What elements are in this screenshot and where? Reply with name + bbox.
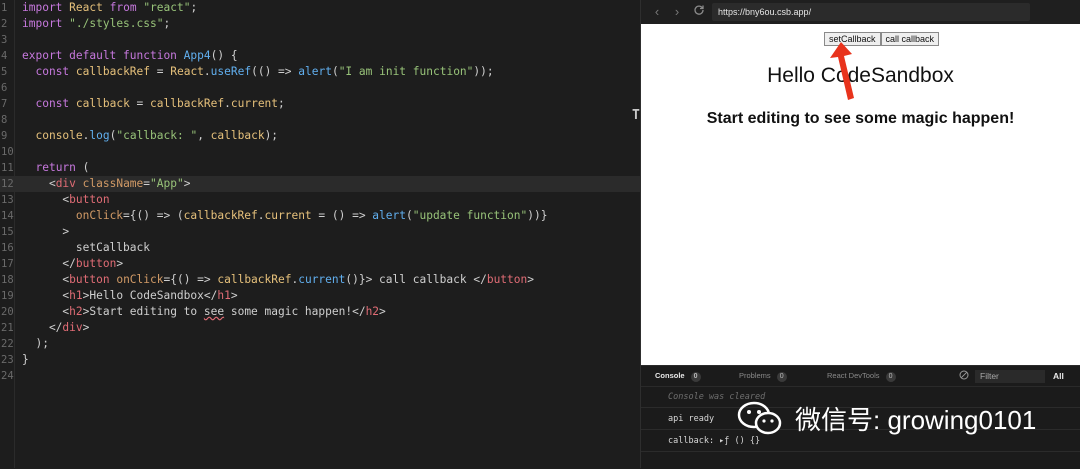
tab-console-label: Console bbox=[655, 371, 685, 380]
url-input[interactable]: https://bny6ou.csb.app/ bbox=[712, 3, 1030, 21]
console-tabs: Console 0 Problems 0 React DevTools 0 Filte… bbox=[641, 366, 1080, 387]
filter-input[interactable]: Filter bbox=[975, 370, 1045, 383]
line-number: 20 bbox=[1, 306, 14, 318]
wechat-logo-icon bbox=[737, 401, 782, 435]
code-text[interactable]: </button> bbox=[22, 256, 123, 272]
line-number: 2 bbox=[1, 18, 8, 30]
line-number: 10 bbox=[1, 146, 14, 158]
code-text[interactable]: return ( bbox=[22, 160, 89, 176]
tab-react-devtools[interactable]: React DevTools 0 bbox=[827, 371, 896, 382]
code-line[interactable]: 13 <button bbox=[0, 192, 640, 208]
code-line[interactable]: 23} bbox=[0, 352, 640, 368]
code-line[interactable]: 11 return ( bbox=[0, 160, 640, 176]
line-number: 1 bbox=[1, 2, 8, 14]
code-text[interactable]: <div className="App"> bbox=[22, 176, 191, 192]
line-number: 13 bbox=[1, 194, 14, 206]
code-line[interactable]: 7 const callback = callbackRef.current; bbox=[0, 96, 640, 112]
line-number: 9 bbox=[1, 130, 8, 142]
tab-console-count: 0 bbox=[690, 372, 701, 382]
tab-problems[interactable]: Problems 0 bbox=[739, 371, 787, 382]
code-line[interactable]: 6 bbox=[0, 80, 640, 96]
code-line[interactable]: 16 setCallback bbox=[0, 240, 640, 256]
line-number: 22 bbox=[1, 338, 14, 350]
code-line[interactable]: 24 bbox=[0, 368, 640, 384]
line-number: 18 bbox=[1, 274, 14, 286]
wechat-watermark: 微信号: growing0101 bbox=[737, 398, 1036, 438]
line-number: 15 bbox=[1, 226, 14, 238]
tab-react-devtools-label: React DevTools bbox=[827, 371, 880, 380]
refresh-icon[interactable] bbox=[691, 4, 707, 20]
code-text[interactable]: import "./styles.css"; bbox=[22, 16, 170, 32]
code-text[interactable]: console.log("callback: ", callback); bbox=[22, 128, 278, 144]
line-number: 19 bbox=[1, 290, 14, 302]
red-arrow-annotation bbox=[830, 42, 854, 100]
code-line[interactable]: 5 const callbackRef = React.useRef(() =>… bbox=[0, 64, 640, 80]
line-number: 6 bbox=[1, 82, 8, 94]
line-number: 12 bbox=[1, 178, 14, 190]
line-number: 11 bbox=[1, 162, 14, 174]
chevron-right-icon[interactable]: › bbox=[669, 4, 685, 20]
code-lines[interactable]: 1 import React from "react"; 2 import "./st… bbox=[0, 0, 640, 384]
code-text[interactable]: const callback = callbackRef.current; bbox=[22, 96, 284, 112]
code-text[interactable]: <h1>Hello CodeSandbox</h1> bbox=[22, 288, 237, 304]
browser-toolbar: ‹ › https://bny6ou.csb.app/ bbox=[641, 0, 1080, 25]
preview-subheading: Start editing to see some magic happen! bbox=[706, 110, 1015, 127]
code-line[interactable]: 9 console.log("callback: ", callback); bbox=[0, 128, 640, 144]
tab-problems-label: Problems bbox=[739, 371, 771, 380]
code-text[interactable]: } bbox=[22, 352, 29, 368]
line-number: 16 bbox=[1, 242, 14, 254]
code-line[interactable]: 8 bbox=[0, 112, 640, 128]
code-line[interactable]: 3 bbox=[0, 32, 640, 48]
console-divider bbox=[641, 451, 1080, 452]
line-number: 17 bbox=[1, 258, 14, 270]
preview-viewport: setCallback call callback Hello CodeSand… bbox=[641, 24, 1080, 365]
line-number: 23 bbox=[1, 354, 14, 366]
code-line[interactable]: 20 <h2>Start editing to see some magic h… bbox=[0, 304, 640, 320]
chevron-left-icon[interactable]: ‹ bbox=[649, 4, 665, 20]
line-number: 14 bbox=[1, 210, 14, 222]
code-text[interactable]: > bbox=[22, 224, 69, 240]
line-number: 8 bbox=[1, 114, 8, 126]
code-text[interactable]: onClick={() => (callbackRef.current = ()… bbox=[22, 208, 548, 224]
code-line[interactable]: 1 import React from "react"; bbox=[0, 0, 640, 16]
console-log-line: api ready bbox=[668, 414, 715, 424]
pane-splitter-mark[interactable]: T bbox=[632, 108, 640, 123]
line-number: 21 bbox=[1, 322, 14, 334]
code-line[interactable]: 15 > bbox=[0, 224, 640, 240]
code-line[interactable]: 22 ); bbox=[0, 336, 640, 352]
all-levels-dropdown[interactable]: All bbox=[1053, 371, 1064, 381]
tab-console[interactable]: Console 0 bbox=[655, 371, 701, 382]
code-text[interactable]: const callbackRef = React.useRef(() => a… bbox=[22, 64, 493, 80]
code-text[interactable]: ); bbox=[22, 336, 48, 352]
code-line[interactable]: 10 bbox=[0, 144, 640, 160]
watermark-text: 微信号: growing0101 bbox=[795, 404, 1037, 435]
code-text[interactable]: <button bbox=[22, 192, 109, 208]
line-number: 3 bbox=[1, 34, 8, 46]
code-text[interactable]: export default function App4() { bbox=[22, 48, 238, 64]
tab-react-devtools-count: 0 bbox=[885, 372, 896, 382]
code-line[interactable]: 19 <h1>Hello CodeSandbox</h1> bbox=[0, 288, 640, 304]
line-number: 4 bbox=[1, 50, 8, 62]
line-number: 24 bbox=[1, 370, 14, 382]
code-line[interactable]: 17 </button> bbox=[0, 256, 640, 272]
call-callback-button[interactable]: call callback bbox=[880, 32, 940, 46]
code-text[interactable]: <button onClick={() => callbackRef.curre… bbox=[22, 272, 534, 288]
code-line[interactable]: 12 <div className="App"> bbox=[0, 176, 640, 192]
line-number: 7 bbox=[1, 98, 8, 110]
code-text[interactable]: </div> bbox=[22, 320, 89, 336]
code-text[interactable]: <h2>Start editing to see some magic happ… bbox=[22, 304, 385, 320]
code-line[interactable]: 18 <button onClick={() => callbackRef.cu… bbox=[0, 272, 640, 288]
clear-console-icon[interactable] bbox=[959, 370, 969, 380]
code-text[interactable]: setCallback bbox=[22, 240, 150, 256]
code-text[interactable]: import React from "react"; bbox=[22, 0, 197, 16]
code-line[interactable]: 4 export default function App4() { bbox=[0, 48, 640, 64]
code-line[interactable]: 21 </div> bbox=[0, 320, 640, 336]
code-line[interactable]: 14 onClick={() => (callbackRef.current =… bbox=[0, 208, 640, 224]
code-line[interactable]: 2 import "./styles.css"; bbox=[0, 16, 640, 32]
code-editor[interactable]: 1 import React from "react"; 2 import "./st… bbox=[0, 0, 641, 468]
line-number: 5 bbox=[1, 66, 8, 78]
tab-problems-count: 0 bbox=[776, 372, 787, 382]
